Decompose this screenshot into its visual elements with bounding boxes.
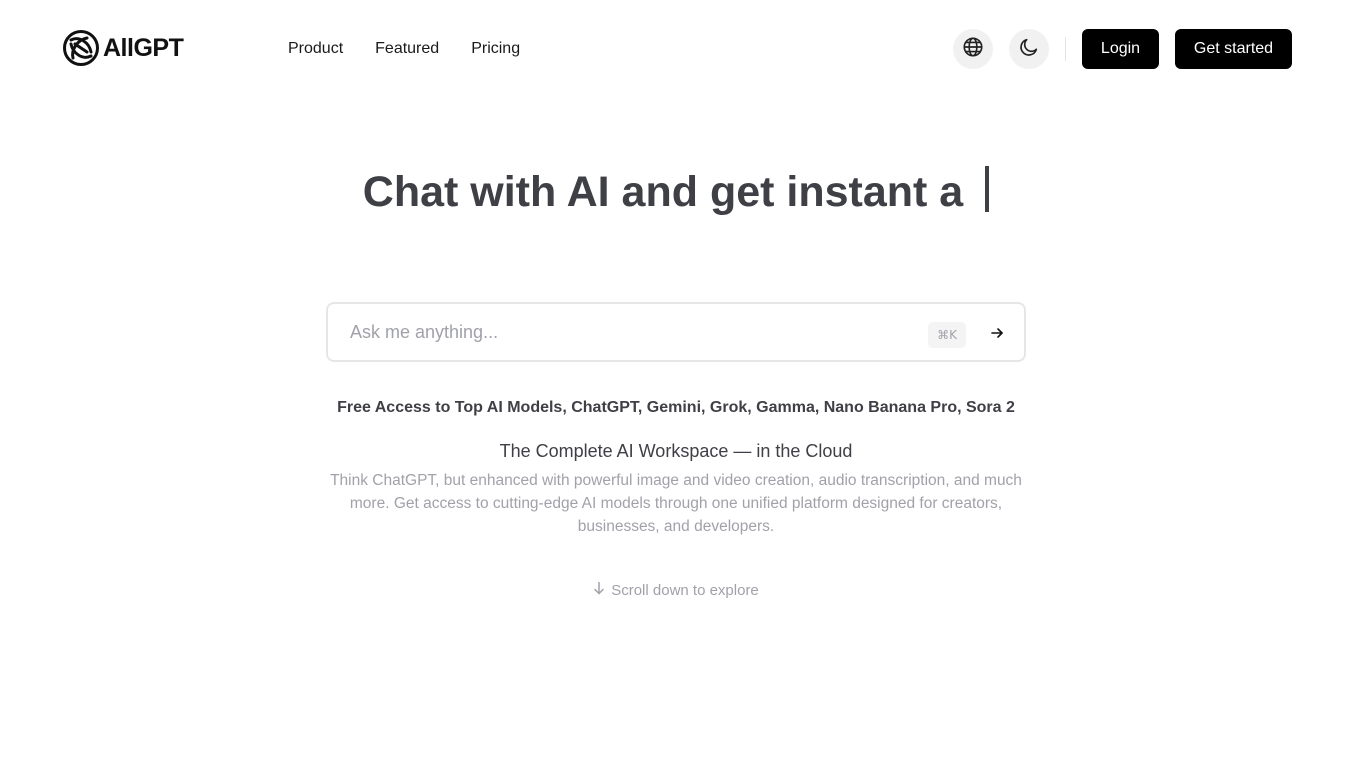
search-input[interactable]: [348, 304, 918, 360]
typing-caret: [985, 166, 990, 212]
scroll-hint[interactable]: Scroll down to explore: [0, 580, 1352, 602]
globe-icon: [962, 36, 984, 63]
hero-heading-text: Chat with AI and get instant a: [362, 168, 964, 216]
arrow-down-icon: [593, 580, 605, 602]
login-button[interactable]: Login: [1082, 29, 1159, 69]
brand-name: AllGPT: [103, 33, 184, 62]
hero-heading: Chat with AI and get instant a: [0, 164, 1352, 220]
workspace-subtitle: The Complete AI Workspace — in the Cloud: [499, 441, 853, 461]
arrow-right-icon: [990, 326, 1004, 345]
shortcut-badge: ⌘K: [928, 322, 966, 348]
get-started-button[interactable]: Get started: [1175, 29, 1292, 69]
header-divider: [1065, 37, 1066, 61]
hero-description: Think ChatGPT, but enhanced with powerfu…: [330, 472, 1022, 535]
nav-pricing[interactable]: Pricing: [471, 38, 520, 60]
nav-featured[interactable]: Featured: [375, 38, 439, 60]
scroll-hint-label: Scroll down to explore: [611, 582, 759, 599]
submit-button[interactable]: [984, 322, 1010, 348]
theme-toggle-button[interactable]: [1009, 29, 1049, 69]
brand-logo-icon: [61, 28, 101, 68]
moon-icon: [1018, 36, 1040, 63]
nav-product[interactable]: Product: [288, 38, 343, 60]
main-nav: Product Featured Pricing: [288, 38, 520, 60]
models-line: Free Access to Top AI Models, ChatGPT, G…: [337, 399, 1015, 416]
language-button[interactable]: [953, 29, 993, 69]
site-header: AllGPT Product Featured Pricing Login Ge…: [0, 0, 1352, 98]
search-box: ⌘K: [326, 302, 1026, 362]
brand-logo[interactable]: AllGPT: [61, 28, 184, 68]
